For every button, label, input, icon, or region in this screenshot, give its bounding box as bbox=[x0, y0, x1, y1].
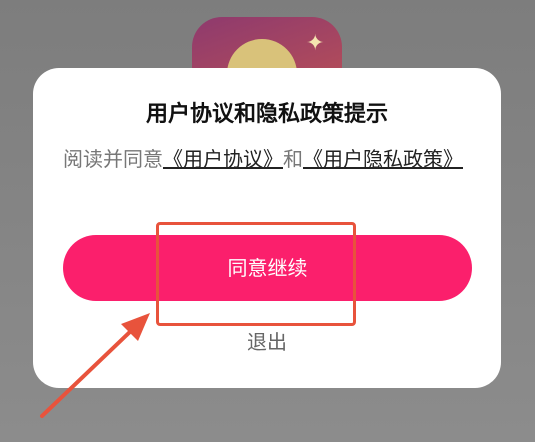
annotation-arrow-icon bbox=[40, 313, 150, 418]
